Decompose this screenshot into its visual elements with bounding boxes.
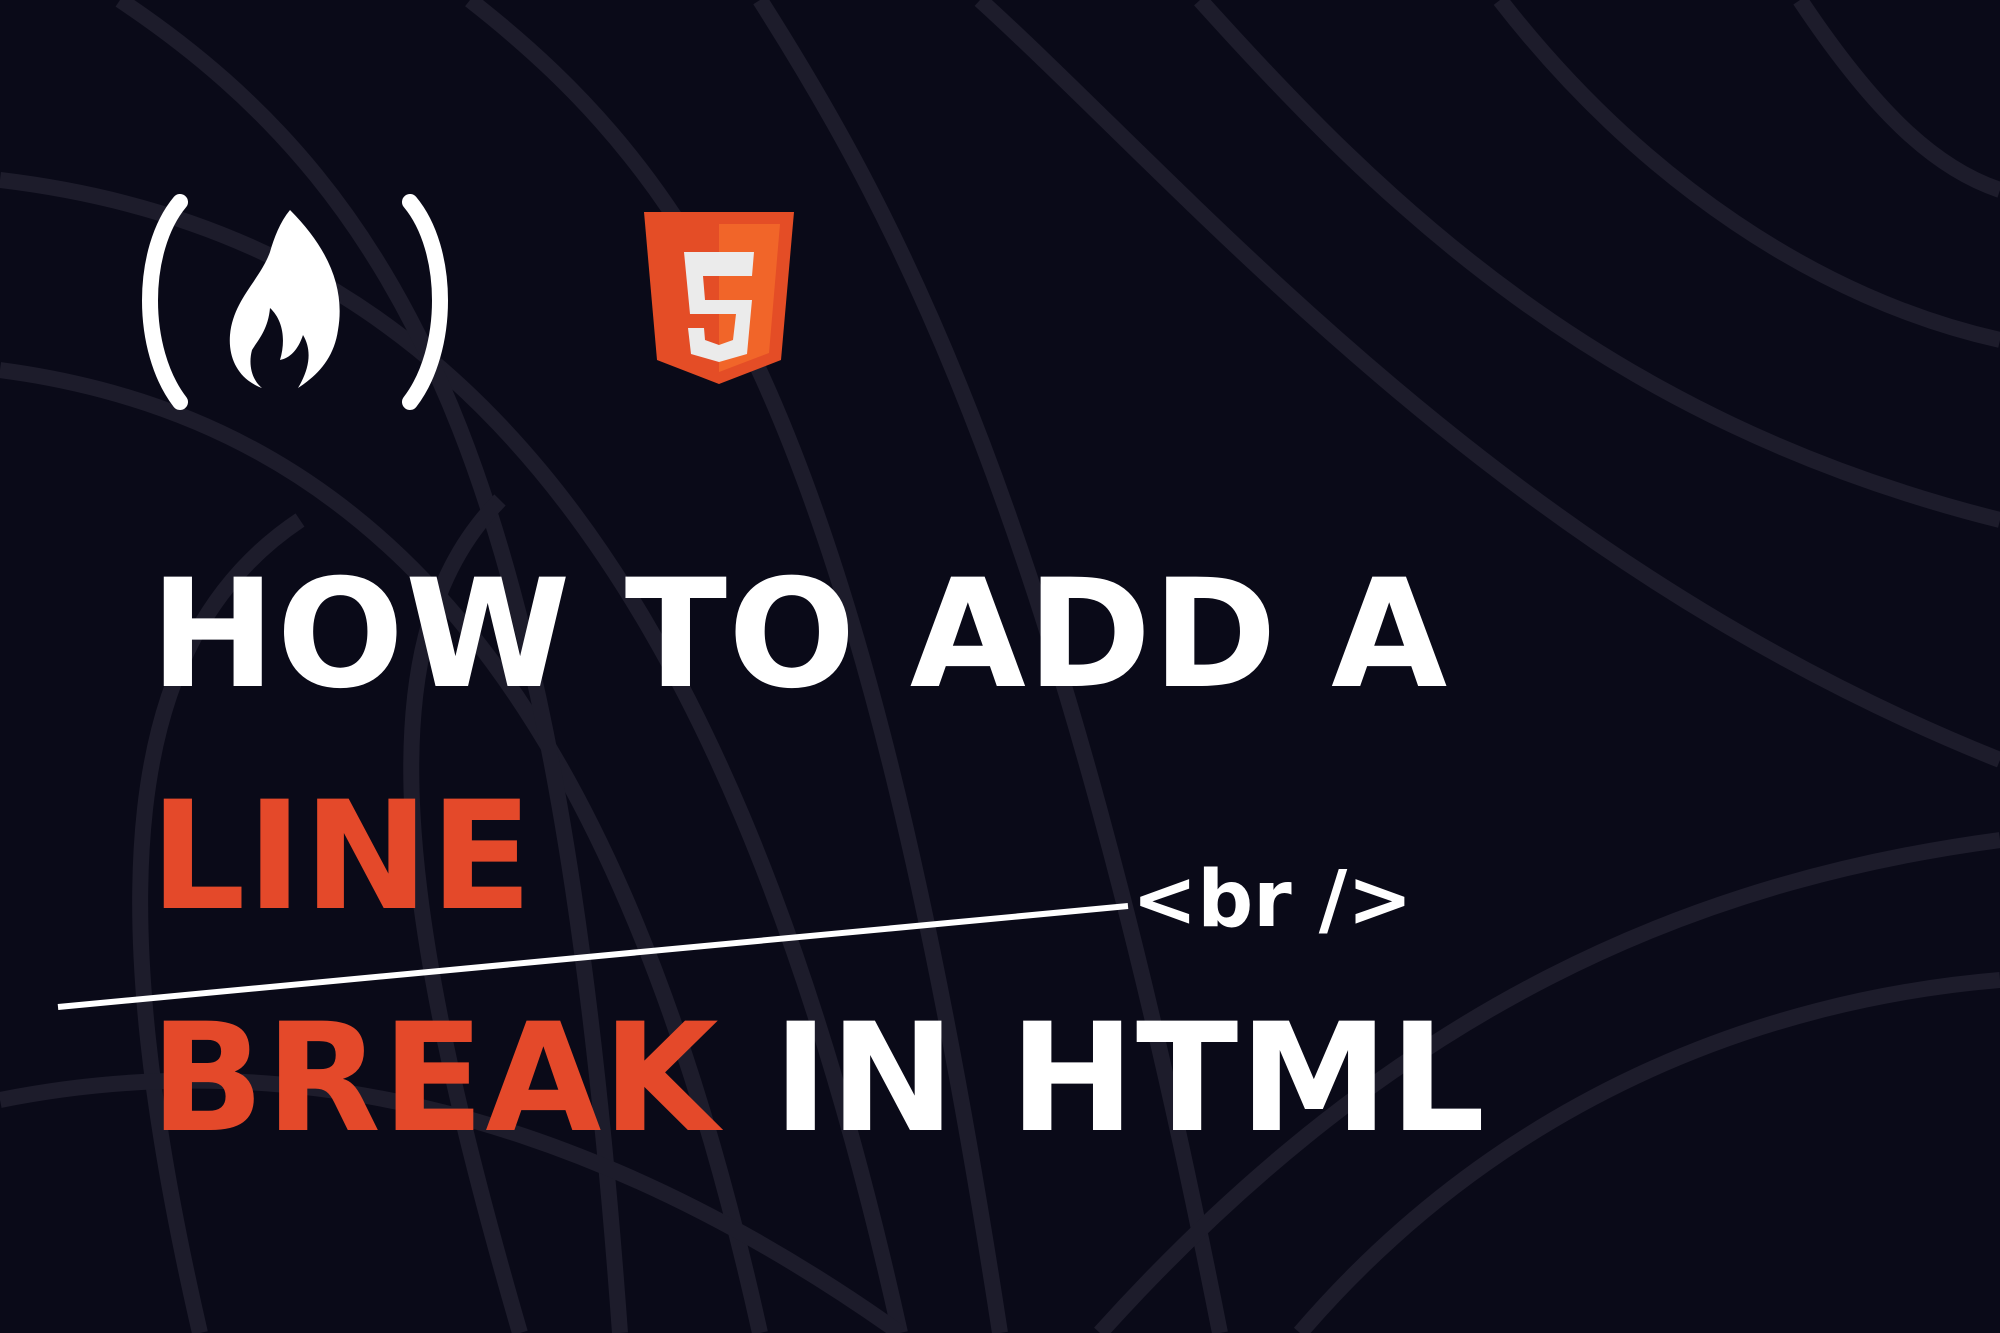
thumbnail-canvas: HOW TO ADD A LINE BREAK IN HTML <br /> bbox=[0, 0, 2000, 1333]
break-line-stroke bbox=[57, 903, 1129, 1010]
